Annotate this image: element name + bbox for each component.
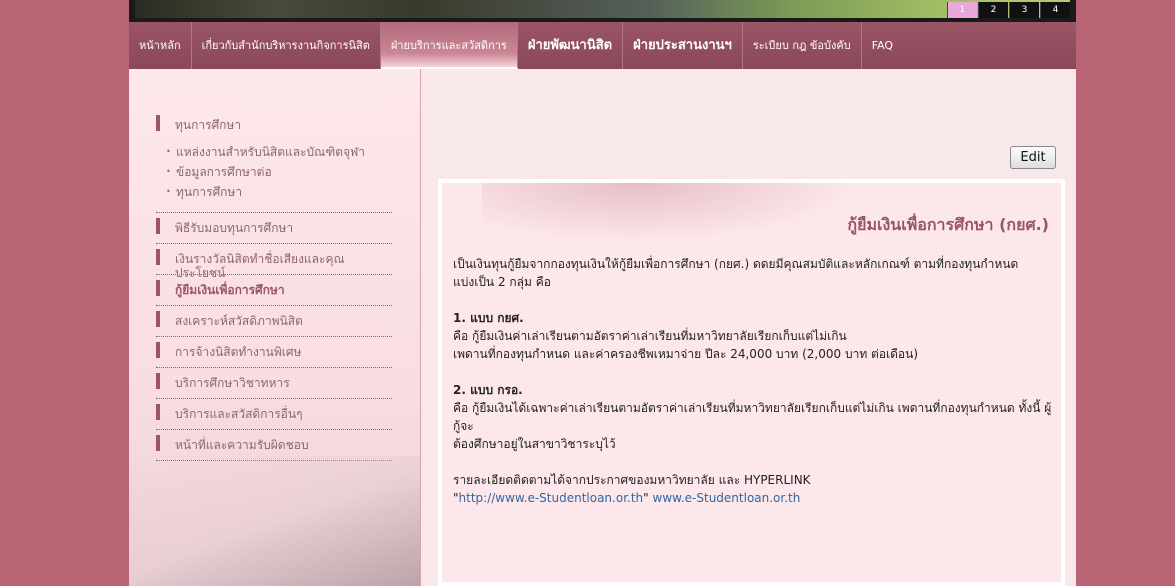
nav-about[interactable]: เกี่ยวกับสำนักบริหารงานกิจการนิสิต (192, 22, 381, 69)
sidebar-item-other-services[interactable]: บริการและสวัสดิการอื่นๆ (156, 400, 392, 430)
content-card: กู้ยืมเงินเพื่อการศึกษา (กยศ.) เป็นเงินท… (438, 179, 1065, 586)
sidebar-item-student-loan[interactable]: กู้ยืมเงินเพื่อการศึกษา (156, 276, 392, 306)
nav-coordination[interactable]: ฝ่ายประสานงานฯ (623, 22, 743, 69)
sidebar-item-label: บริการศึกษาวิชาทหาร (175, 376, 290, 390)
content-body: เป็นเงินทุนกู้ยืมจากกองทุนเงินให้กู้ยืมเ… (453, 255, 1053, 525)
menu-bullet-bar (156, 249, 160, 265)
slide-button-2[interactable]: 2 (978, 2, 1008, 18)
menu-bullet-bar (156, 311, 160, 327)
slide-selector: 1 2 3 4 (946, 2, 1070, 18)
nav-regulations[interactable]: ระเบียบ กฎ ข้อบังคับ (743, 22, 862, 69)
menu-bullet-bar (156, 280, 160, 296)
sidebar-item-label: ทุนการศึกษา (175, 118, 242, 132)
sidebar-item-label: หน้าที่และความรับผิดชอบ (175, 438, 309, 452)
submenu-item-further-study[interactable]: ข้อมูลการศึกษาต่อ (156, 162, 392, 182)
banner: 1 2 3 4 (129, 0, 1076, 22)
type1-line-2: เพดานที่กองทุนกำหนด และค่าครองชีพเหมาจ่า… (453, 347, 919, 361)
nav-services[interactable]: ฝ่ายบริการและสวัสดิการ (380, 22, 518, 69)
loan-site-link[interactable]: www.e-Studentloan.or.th (653, 491, 801, 505)
menu-bullet-bar (156, 373, 160, 389)
intro-line-2: แบ่งเป็น 2 กลุ่ม คือ (453, 275, 551, 289)
slide-button-1[interactable]: 1 (947, 2, 977, 18)
sidebar-item-label: บริการและสวัสดิการอื่นๆ (175, 407, 303, 421)
more-info-text: รายละเอียดติดตามได้จากประกาศของมหาวิทยาล… (453, 473, 811, 487)
sidebar-item-welfare[interactable]: สงเคราะห์สวัสดิภาพนิสิต (156, 307, 392, 337)
submenu: แหล่งงานสำหรับนิสิตและบัณฑิตจุฬา ข้อมูลก… (156, 142, 392, 202)
banner-image (135, 0, 1070, 18)
card-decoration (482, 183, 862, 243)
page-title: กู้ยืมเงินเพื่อการศึกษา (กยศ.) (847, 215, 1049, 234)
sidebar-building-image (129, 456, 420, 586)
page-container: 1 2 3 4 หน้าหลัก เกี่ยวกับสำนักบริหารงาน… (129, 0, 1076, 586)
sidebar-item-label: กู้ยืมเงินเพื่อการศึกษา (175, 283, 285, 297)
menu-bullet-bar (156, 218, 160, 234)
main-nav: หน้าหลัก เกี่ยวกับสำนักบริหารงานกิจการนิ… (129, 22, 1076, 69)
intro-line-1: เป็นเงินทุนกู้ยืมจากกองทุนเงินให้กู้ยืมเ… (453, 257, 1019, 271)
type2-heading: 2. แบบ กรอ. (453, 383, 523, 397)
menu-bullet-bar (156, 342, 160, 358)
sidebar-item-label: พิธีรับมอบทุนการศึกษา (175, 221, 294, 235)
sidebar-item-label: สงเคราะห์สวัสดิภาพนิสิต (175, 314, 303, 328)
sidebar-item-part-time[interactable]: การจ้างนิสิตทำงานพิเศษ (156, 338, 392, 368)
type2-line-2: ต้องศึกษาอยู่ในสาขาวิชาระบุไว้ (453, 437, 616, 451)
sidebar-item-scholarship[interactable]: ทุนการศึกษา แหล่งงานสำหรับนิสิตและบัณฑิต… (156, 111, 392, 213)
menu-bullet-bar (156, 404, 160, 420)
sidebar-item-ceremony[interactable]: พิธีรับมอบทุนการศึกษา (156, 214, 392, 244)
slide-button-4[interactable]: 4 (1040, 2, 1070, 18)
nav-home[interactable]: หน้าหลัก (129, 22, 192, 69)
edit-button[interactable]: Edit (1010, 146, 1056, 169)
submenu-item-jobs[interactable]: แหล่งงานสำหรับนิสิตและบัณฑิตจุฬา (156, 142, 392, 162)
nav-faq[interactable]: FAQ (862, 22, 903, 69)
loan-url-link[interactable]: http://www.e-Studentloan.or.th (459, 491, 644, 505)
sidebar-item-award[interactable]: เงินรางวัลนิสิตทำชื่อเสียงและคุณประโยชน์ (156, 245, 392, 280)
sidebar-menu: ทุนการศึกษา แหล่งงานสำหรับนิสิตและบัณฑิต… (156, 111, 392, 462)
menu-bullet-bar (156, 435, 160, 451)
sidebar: ทุนการศึกษา แหล่งงานสำหรับนิสิตและบัณฑิต… (129, 69, 421, 586)
slide-button-3[interactable]: 3 (1009, 2, 1039, 18)
sidebar-item-military[interactable]: บริการศึกษาวิชาทหาร (156, 369, 392, 399)
submenu-item-scholarship[interactable]: ทุนการศึกษา (156, 182, 392, 202)
type1-line-1: คือ กู้ยืมเงินค่าเล่าเรียนตามอัตราค่าเล่… (453, 329, 847, 343)
menu-bullet-bar (156, 115, 160, 131)
type2-line-1: คือ กู้ยืมเงินได้เฉพาะค่าเล่าเรียนตามอัต… (453, 401, 1052, 433)
sidebar-item-label: การจ้างนิสิตทำงานพิเศษ (175, 345, 302, 359)
nav-development[interactable]: ฝ่ายพัฒนานิสิต (518, 22, 624, 69)
type1-heading: 1. แบบ กยศ. (453, 311, 524, 325)
quote-close: " (643, 491, 653, 505)
